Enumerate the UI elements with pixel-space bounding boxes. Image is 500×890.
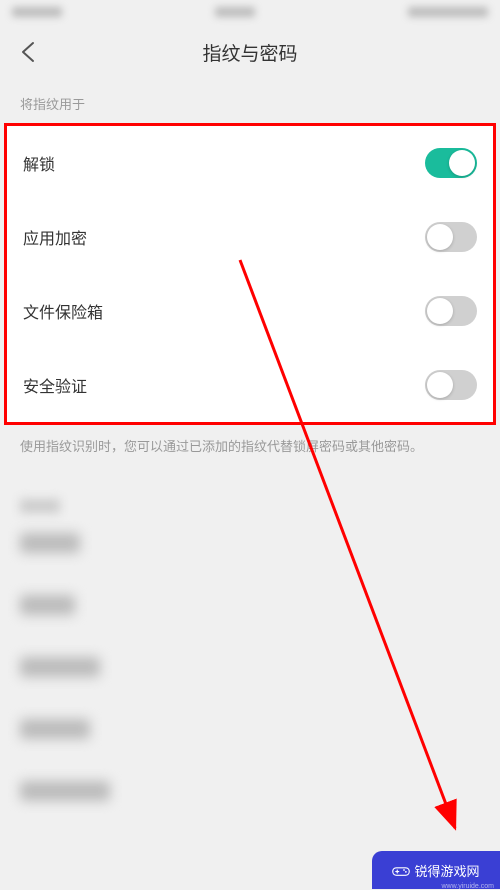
description-text: 使用指纹识别时，您可以通过已添加的指纹代替锁屏密码或其他密码。 (0, 425, 500, 469)
toggle-unlock[interactable] (425, 148, 477, 178)
toggle-file-safe[interactable] (425, 296, 477, 326)
toggle-knob (427, 298, 453, 324)
page-title: 指纹与密码 (202, 39, 297, 66)
status-time (215, 7, 255, 17)
setting-unlock: 解锁 (7, 126, 493, 200)
status-signal (12, 7, 62, 17)
section-label: 将指纹用于 (0, 80, 500, 123)
toggle-app-encrypt[interactable] (425, 222, 477, 252)
highlight-annotation: 解锁 应用加密 文件保险箱 安全验证 (4, 123, 496, 425)
setting-label: 应用加密 (23, 225, 87, 249)
back-button[interactable] (16, 40, 40, 64)
back-icon (21, 41, 35, 63)
watermark: 锐得游戏网 www.yiruide.com (372, 851, 500, 889)
setting-label: 文件保险箱 (23, 299, 103, 323)
toggle-knob (427, 372, 453, 398)
setting-label: 解锁 (23, 151, 55, 175)
status-battery (408, 7, 488, 17)
setting-app-encrypt: 应用加密 (7, 200, 493, 274)
toggle-security-verify[interactable] (425, 370, 477, 400)
setting-security-verify: 安全验证 (7, 348, 493, 422)
setting-label: 安全验证 (23, 373, 87, 397)
setting-file-safe: 文件保险箱 (7, 274, 493, 348)
gamepad-icon (392, 861, 410, 879)
watermark-text: 锐得游戏网 (414, 861, 479, 880)
header: 指纹与密码 (0, 24, 500, 80)
blurred-content (0, 499, 500, 801)
status-bar (0, 0, 500, 24)
toggle-knob (427, 224, 453, 250)
toggle-knob (449, 150, 475, 176)
